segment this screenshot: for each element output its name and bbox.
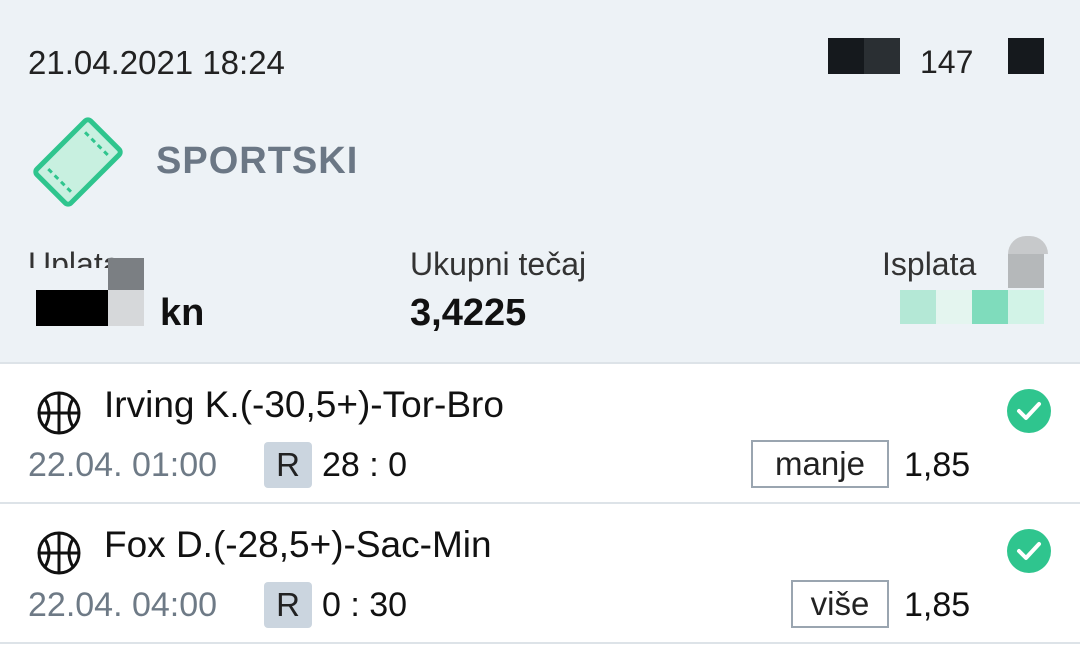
total-odds-value: 3,4225 bbox=[410, 292, 527, 334]
redacted-block bbox=[108, 290, 144, 326]
redacted-block bbox=[1008, 290, 1044, 324]
redacted-block bbox=[1008, 254, 1044, 288]
basketball-icon bbox=[37, 531, 81, 575]
redacted-block bbox=[828, 38, 864, 74]
ticket-id: 147 bbox=[920, 44, 974, 80]
redacted-block bbox=[900, 290, 936, 324]
bet-odds: 1,85 bbox=[904, 446, 971, 484]
stake-currency: kn bbox=[160, 292, 205, 334]
ticket-header: 21.04.2021 18:24 147 SPORTSKI Uplata kn … bbox=[0, 0, 1080, 362]
redacted-block bbox=[972, 290, 1008, 324]
bet-score: 28 : 0 bbox=[322, 446, 408, 484]
redacted-block bbox=[1008, 38, 1044, 74]
payout-label: Isplata bbox=[882, 246, 977, 282]
redacted-block bbox=[936, 290, 972, 324]
redacted-block bbox=[864, 38, 900, 74]
ticket-datetime: 21.04.2021 18:24 bbox=[28, 44, 285, 81]
bet-pick: manje bbox=[751, 440, 889, 488]
total-odds-label: Ukupni tečaj bbox=[410, 246, 587, 282]
result-badge: R bbox=[264, 582, 312, 628]
redacted-block bbox=[108, 258, 144, 290]
bet-odds: 1,85 bbox=[904, 586, 971, 624]
bet-score: 0 : 30 bbox=[322, 586, 408, 624]
bet-title: Fox D.(-28,5+)-Sac-Min bbox=[104, 524, 492, 565]
redacted-block bbox=[1008, 236, 1048, 254]
bet-row[interactable]: Irving K.(-30,5+)-Tor-Bro 22.04. 01:00 R… bbox=[0, 364, 1080, 502]
bet-title: Irving K.(-30,5+)-Tor-Bro bbox=[104, 384, 504, 425]
result-badge: R bbox=[264, 442, 312, 488]
bet-pick: više bbox=[791, 580, 889, 628]
ticket-type: SPORTSKI bbox=[156, 140, 359, 182]
bet-row[interactable]: Fox D.(-28,5+)-Sac-Min 22.04. 04:00 R 0 … bbox=[0, 504, 1080, 642]
ticket-icon bbox=[33, 117, 123, 207]
divider bbox=[0, 642, 1080, 644]
check-circle-icon bbox=[1007, 529, 1051, 573]
redacted-block bbox=[36, 290, 108, 326]
bet-time: 22.04. 01:00 bbox=[28, 446, 218, 484]
bet-time: 22.04. 04:00 bbox=[28, 586, 218, 624]
basketball-icon bbox=[37, 391, 81, 435]
check-circle-icon bbox=[1007, 389, 1051, 433]
